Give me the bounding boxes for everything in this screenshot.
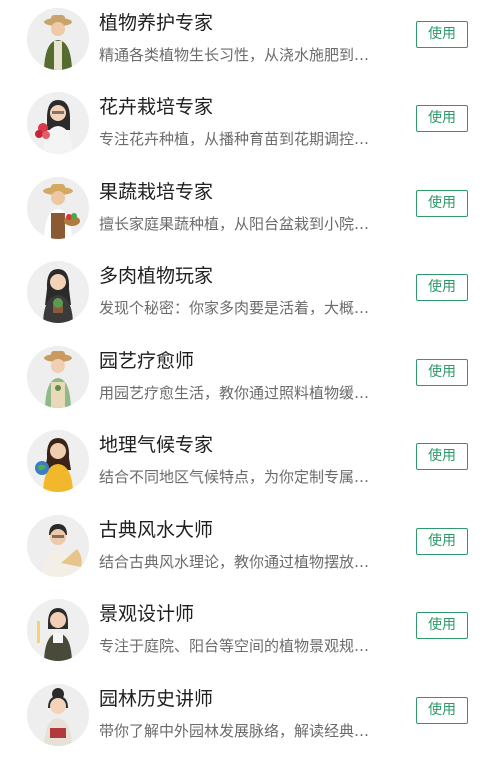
expert-description: 精通各类植物生长习性，从浇水施肥到… (99, 46, 370, 64)
expert-description: 专注于庭院、阳台等空间的植物景观规… (99, 637, 370, 655)
expert-description: 结合不同地区气候特点，为你定制专属… (99, 468, 370, 486)
expert-title: 景观设计师 (99, 603, 195, 625)
woman-globe-icon (27, 430, 89, 492)
expert-description: 专注花卉种植，从播种育苗到花期调控… (99, 130, 370, 148)
expert-item[interactable]: 景观设计师 专注于庭院、阳台等空间的植物景观规… 使用 (0, 591, 488, 675)
farmer-basket-icon (27, 177, 89, 239)
woman-flowers-icon (27, 92, 89, 154)
expert-title: 古典风水大师 (99, 519, 214, 541)
expert-item[interactable]: 园艺疗愈师 用园艺疗愈生活，教你通过照料植物缓… 使用 (0, 338, 488, 422)
expert-description: 用园艺疗愈生活，教你通过照料植物缓… (99, 384, 370, 402)
man-fan-icon (27, 515, 89, 577)
expert-title: 园艺疗愈师 (99, 350, 195, 372)
use-button[interactable]: 使用 (416, 612, 468, 639)
expert-title: 地理气候专家 (99, 434, 214, 456)
woman-designer-icon (27, 599, 89, 661)
expert-title: 园林历史讲师 (99, 688, 214, 710)
gardener-hat-icon (27, 8, 89, 70)
use-button[interactable]: 使用 (416, 359, 468, 386)
use-button[interactable]: 使用 (416, 190, 468, 217)
expert-item[interactable]: 果蔬栽培专家 擅长家庭果蔬种植，从阳台盆栽到小院… 使用 (0, 169, 488, 253)
expert-item[interactable]: 植物养护专家 精通各类植物生长习性，从浇水施肥到… 使用 (0, 0, 488, 84)
expert-description: 擅长家庭果蔬种植，从阳台盆栽到小院… (99, 215, 370, 233)
expert-title: 多肉植物玩家 (99, 265, 214, 287)
woman-hat-icon (27, 346, 89, 408)
expert-description: 结合古典风水理论，教你通过植物摆放… (99, 553, 370, 571)
expert-description: 带你了解中外园林发展脉络，解读经典… (99, 722, 370, 740)
use-button[interactable]: 使用 (416, 274, 468, 301)
expert-title: 植物养护专家 (99, 12, 214, 34)
expert-title: 花卉栽培专家 (99, 96, 214, 118)
expert-item[interactable]: 地理气候专家 结合不同地区气候特点，为你定制专属… 使用 (0, 422, 488, 506)
use-button[interactable]: 使用 (416, 443, 468, 470)
woman-book-icon (27, 684, 89, 746)
use-button[interactable]: 使用 (416, 697, 468, 724)
expert-item[interactable]: 花卉栽培专家 专注花卉种植，从播种育苗到花期调控… 使用 (0, 84, 488, 168)
use-button[interactable]: 使用 (416, 105, 468, 132)
woman-succulent-icon (27, 261, 89, 323)
use-button[interactable]: 使用 (416, 528, 468, 555)
expert-description: 发现个秘密：你家多肉要是活着，大概… (99, 299, 370, 317)
expert-item[interactable]: 园林历史讲师 带你了解中外园林发展脉络，解读经典… 使用 (0, 676, 488, 760)
use-button[interactable]: 使用 (416, 21, 468, 48)
expert-item[interactable]: 古典风水大师 结合古典风水理论，教你通过植物摆放… 使用 (0, 507, 488, 591)
expert-title: 果蔬栽培专家 (99, 181, 214, 203)
expert-item[interactable]: 多肉植物玩家 发现个秘密：你家多肉要是活着，大概… 使用 (0, 253, 488, 337)
